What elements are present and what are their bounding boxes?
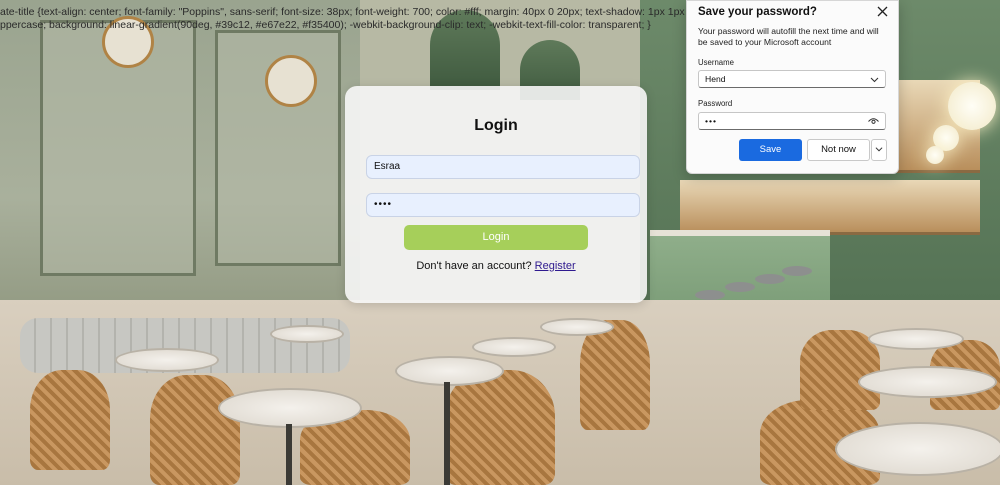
bar-stool xyxy=(755,274,785,284)
more-options-button[interactable] xyxy=(871,139,887,161)
register-prompt: Don't have an account? Register xyxy=(345,260,647,272)
eye-icon[interactable] xyxy=(868,113,879,131)
wicker-chair xyxy=(30,370,110,470)
username-input[interactable]: Esraa xyxy=(366,155,640,179)
cafe-table xyxy=(115,348,219,372)
cafe-table xyxy=(270,325,344,343)
bar-stool xyxy=(725,282,755,292)
bar-stool xyxy=(782,266,812,276)
popup-password-input[interactable]: ••• xyxy=(698,112,886,130)
password-input[interactable]: •••• xyxy=(366,193,640,217)
save-button[interactable]: Save xyxy=(739,139,802,161)
cafe-table xyxy=(218,388,362,428)
popup-username-value: Hend xyxy=(705,74,726,84)
table-leg xyxy=(286,424,292,485)
close-icon[interactable] xyxy=(874,4,890,20)
not-now-button[interactable]: Not now xyxy=(807,139,870,161)
popup-title: Save your password? xyxy=(698,6,817,18)
cafe-table xyxy=(835,422,1000,476)
password-label: Password xyxy=(698,99,733,108)
wicker-chair xyxy=(800,330,880,410)
cafe-table xyxy=(868,328,964,350)
popup-username-select[interactable]: Hend xyxy=(698,70,886,88)
cafe-table xyxy=(472,337,556,357)
chevron-down-icon xyxy=(875,145,883,155)
save-password-popup: Save your password? Your password will a… xyxy=(686,0,899,174)
table-leg xyxy=(444,382,450,485)
pendant-lamp xyxy=(948,82,996,130)
bar-stool xyxy=(695,290,725,300)
wicker-chair xyxy=(580,320,650,430)
username-label: Username xyxy=(698,58,734,67)
popup-description: Your password will autofill the next tim… xyxy=(698,26,879,47)
register-prompt-text: Don't have an account? xyxy=(416,260,532,272)
cafe-table xyxy=(858,366,997,398)
wall-sconce xyxy=(265,55,317,107)
login-card: Login Esraa •••• Login Don't have an acc… xyxy=(345,86,647,303)
login-button[interactable]: Login xyxy=(404,225,588,250)
pastry-shelf xyxy=(680,180,980,235)
cafe-table xyxy=(540,318,614,336)
chevron-down-icon xyxy=(870,71,879,89)
pendant-lamp xyxy=(926,146,944,164)
popup-password-value: ••• xyxy=(705,116,718,126)
register-link[interactable]: Register xyxy=(535,260,576,272)
wicker-chair xyxy=(445,370,555,485)
login-title: Login xyxy=(474,117,518,134)
wicker-chair xyxy=(150,375,240,485)
